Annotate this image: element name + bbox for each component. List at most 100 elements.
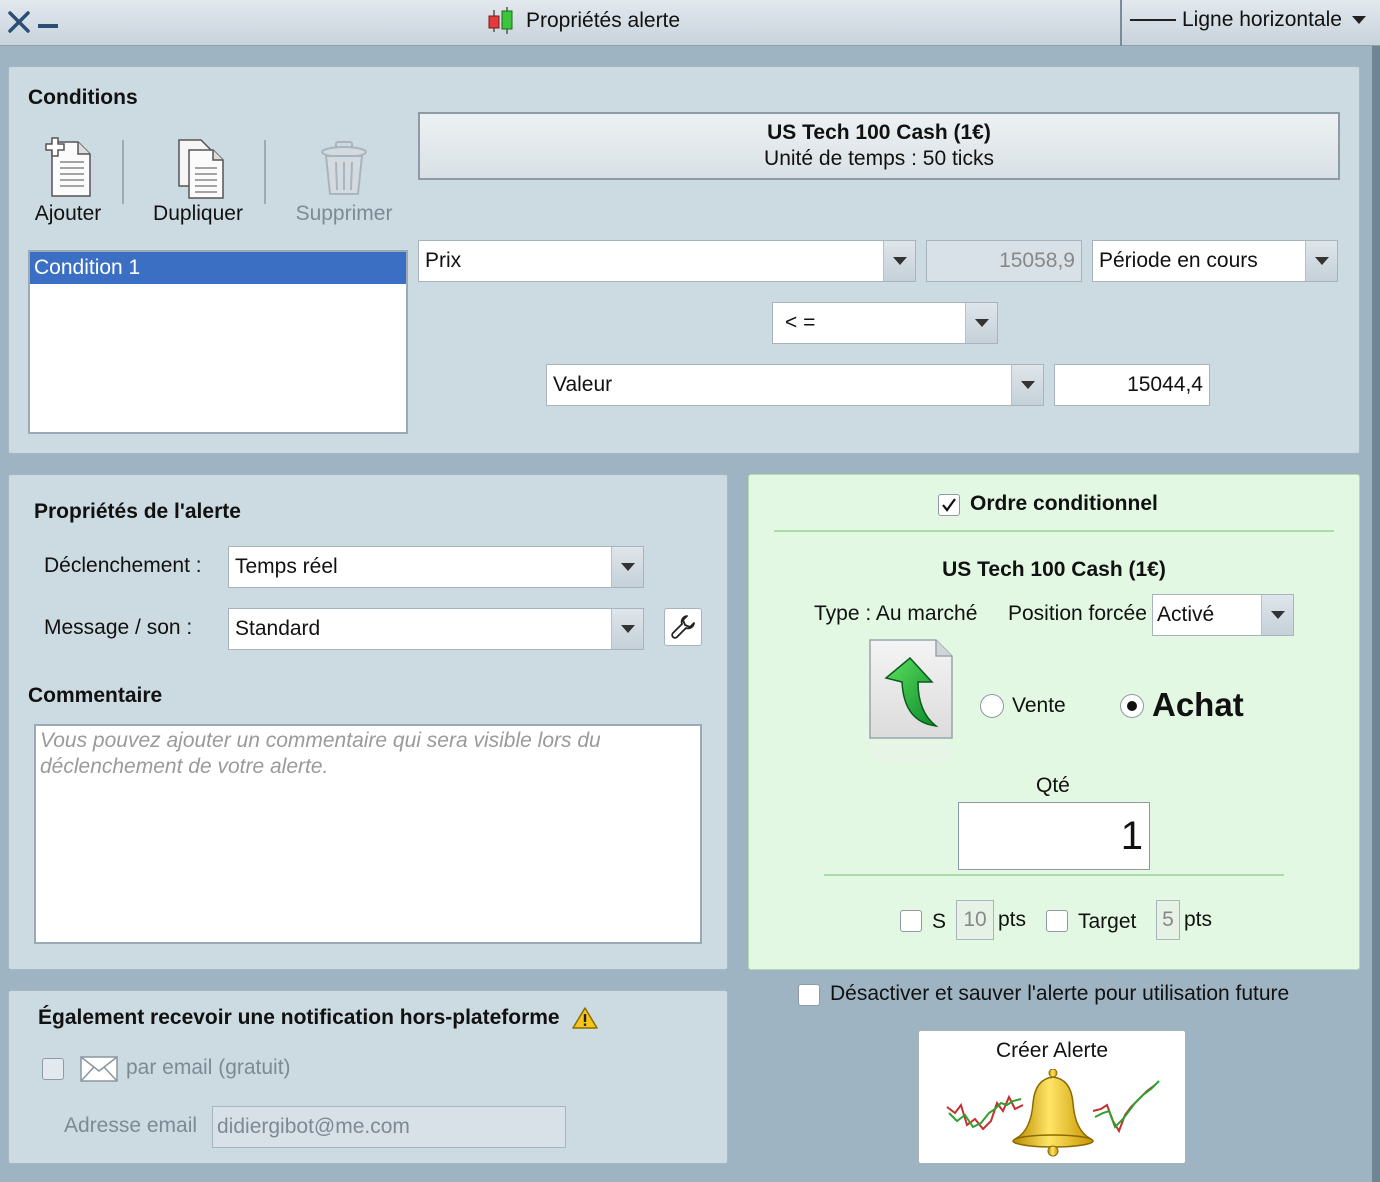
email-address-label: Adresse email (64, 1114, 198, 1137)
message-value: Standard (235, 617, 321, 640)
quantity-input[interactable]: 1 (958, 802, 1150, 870)
current-price-field: 15058,9 (926, 240, 1082, 282)
left-operand-value: Prix (425, 249, 462, 272)
comment-textarea[interactable]: Vous pouvez ajouter un commentaire qui s… (34, 724, 702, 944)
current-price-value: 15058,9 (999, 249, 1075, 272)
forced-position-value: Activé (1157, 603, 1215, 626)
stop-points-value: 10 (963, 908, 987, 931)
duplicate-condition-button[interactable]: Dupliquer (150, 136, 246, 226)
conditional-order-label: Ordre conditionnel (970, 492, 1158, 515)
dropdown-arrow-button[interactable] (1261, 595, 1293, 635)
notification-heading: Également recevoir une notification hors… (38, 1006, 598, 1030)
trigger-value: Temps réel (235, 555, 338, 578)
warning-icon (571, 1007, 598, 1029)
conditional-order-panel (748, 474, 1360, 970)
chevron-down-icon (892, 257, 907, 265)
stop-unit: pts (998, 908, 1027, 931)
timeframe-label: Unité de temps : 50 ticks (764, 147, 994, 170)
alert-bell-icon (946, 1069, 1160, 1157)
right-operand-value: Valeur (553, 373, 613, 396)
trigger-label: Déclenchement : (44, 554, 202, 577)
target-points-value: 5 (1162, 908, 1174, 931)
right-value-text: 15044,4 (1127, 373, 1203, 396)
target-label: Target (1078, 910, 1137, 933)
period-value: Période en cours (1099, 249, 1258, 272)
right-value-input[interactable]: 15044,4 (1054, 364, 1210, 406)
toolbar-separator (264, 140, 266, 204)
email-option-label: par email (gratuit) (126, 1056, 291, 1079)
forced-position-select[interactable]: Activé (1152, 594, 1294, 636)
quantity-label: Qté (1036, 774, 1070, 797)
message-select[interactable]: Standard (228, 608, 644, 650)
buy-order-icon (869, 639, 953, 762)
left-operand-select[interactable]: Prix (418, 240, 916, 282)
trigger-select[interactable]: Temps réel (228, 546, 644, 588)
email-address-value: didiergibot@me.com (217, 1115, 410, 1138)
stop-label: S (932, 910, 947, 933)
period-select[interactable]: Période en cours (1092, 240, 1338, 282)
close-icon (8, 11, 30, 33)
chevron-down-icon (1352, 16, 1366, 24)
sell-label: Vente (1012, 694, 1066, 717)
drawing-tool-select[interactable]: Ligne horizontale (1124, 4, 1374, 36)
checkmark-icon (942, 498, 956, 512)
order-type-label: Type : Au marché (814, 602, 978, 625)
email-address-input[interactable]: didiergibot@me.com (212, 1106, 566, 1148)
message-label: Message / son : (44, 616, 193, 639)
instrument-name: US Tech 100 Cash (1€) (767, 121, 991, 144)
trash-icon (321, 141, 367, 195)
duplicate-document-icon (178, 139, 224, 199)
drawing-tool-label: Ligne horizontale (1182, 8, 1342, 31)
divider (774, 530, 1334, 532)
sell-radio[interactable] (980, 694, 1004, 718)
window-title: Propriétés alerte (486, 6, 680, 36)
quantity-value: 1 (1120, 813, 1143, 858)
delete-condition-button[interactable]: Supprimer (292, 136, 396, 226)
window-edge (1372, 46, 1380, 1182)
sound-settings-button[interactable] (664, 608, 702, 646)
candlestick-icon (488, 7, 513, 34)
notification-heading-text: Également recevoir une notification hors… (38, 1006, 560, 1029)
toolbar-separator (122, 140, 124, 204)
disable-save-checkbox[interactable] (798, 984, 820, 1006)
minimize-button[interactable] (38, 24, 58, 28)
condition-list[interactable]: Condition 1 (28, 250, 408, 434)
operator-select[interactable]: < = (772, 302, 998, 344)
divider (824, 874, 1284, 876)
forced-position-label: Position forcée (1008, 602, 1147, 625)
add-condition-button[interactable]: Ajouter (28, 136, 108, 226)
create-alert-button[interactable]: Créer Alerte (918, 1030, 1186, 1164)
target-points-input[interactable]: 5 (1156, 900, 1180, 940)
chevron-down-icon (620, 563, 635, 571)
dropdown-arrow-button[interactable] (1011, 365, 1043, 405)
chevron-down-icon (1020, 381, 1035, 389)
horizontal-line-icon (1130, 19, 1176, 21)
operator-value: < = (785, 311, 816, 334)
conditional-order-checkbox[interactable] (938, 494, 960, 516)
target-checkbox[interactable] (1046, 910, 1068, 932)
dropdown-arrow-button[interactable] (883, 241, 915, 281)
disable-save-label: Désactiver et sauver l'alerte pour utili… (830, 982, 1290, 1005)
buy-radio[interactable] (1120, 694, 1144, 718)
right-operand-select[interactable]: Valeur (546, 364, 1044, 406)
duplicate-condition-label: Dupliquer (153, 202, 243, 225)
create-alert-label: Créer Alerte (995, 1039, 1109, 1062)
add-document-icon (45, 137, 91, 197)
delete-condition-label: Supprimer (295, 202, 393, 225)
conditions-heading: Conditions (28, 86, 138, 109)
dropdown-arrow-button[interactable] (611, 609, 643, 649)
chevron-down-icon (1270, 611, 1285, 619)
close-button[interactable] (6, 6, 32, 36)
chevron-down-icon (974, 319, 989, 327)
dropdown-arrow-button[interactable] (965, 303, 997, 343)
email-checkbox[interactable] (42, 1058, 64, 1080)
stop-points-input[interactable]: 10 (956, 900, 994, 940)
buy-label: Achat (1152, 686, 1244, 723)
stop-checkbox[interactable] (900, 910, 922, 932)
chevron-down-icon (1314, 257, 1329, 265)
list-item[interactable]: Condition 1 (30, 252, 406, 284)
add-condition-label: Ajouter (34, 202, 102, 225)
comment-placeholder: Vous pouvez ajouter un commentaire qui s… (40, 729, 601, 778)
dropdown-arrow-button[interactable] (1305, 241, 1337, 281)
dropdown-arrow-button[interactable] (611, 547, 643, 587)
